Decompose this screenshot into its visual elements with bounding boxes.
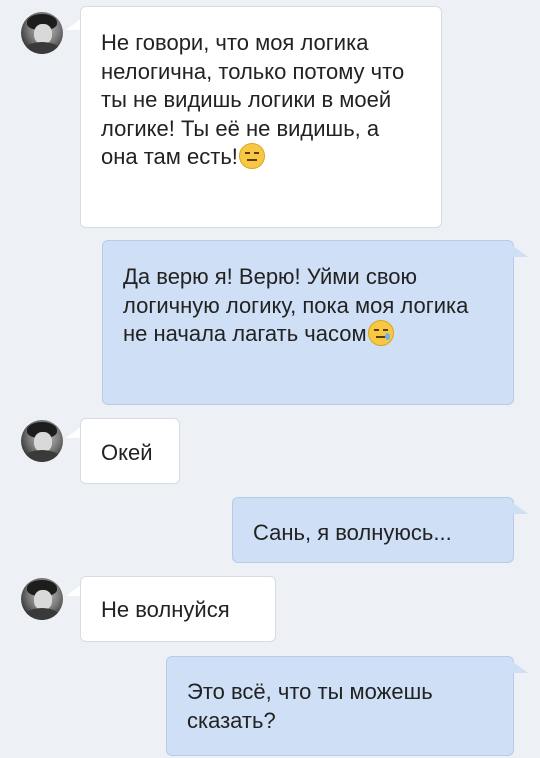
contact-avatar[interactable] xyxy=(21,12,63,54)
outgoing-message-bubble[interactable]: Сань, я волнуюсь... xyxy=(232,497,514,563)
bubble-tail xyxy=(512,661,528,673)
outgoing-message-bubble[interactable]: Да верю я! Верю! Уйми свою логичную логи… xyxy=(102,240,514,405)
message-text: Не волнуйся xyxy=(101,597,230,622)
contact-avatar[interactable] xyxy=(21,420,63,462)
outgoing-message-bubble[interactable]: Это всё, что ты можешь сказать? xyxy=(166,656,514,756)
message-text: Окей xyxy=(101,440,153,465)
message-text: Да верю я! Верю! Уйми свою логичную логи… xyxy=(123,264,469,347)
bubble-tail xyxy=(512,502,528,514)
bubble-tail xyxy=(512,245,528,257)
message-text: Это всё, что ты можешь сказать? xyxy=(187,679,433,733)
sleepy-face-emoji-icon xyxy=(367,320,394,347)
incoming-message-bubble[interactable]: Не говори, что моя логика нелогична, тол… xyxy=(80,6,442,228)
message-text: Сань, я волнуюсь... xyxy=(253,520,452,545)
incoming-message-bubble[interactable]: Окей xyxy=(80,418,180,484)
expressionless-face-emoji-icon xyxy=(238,143,265,170)
incoming-message-bubble[interactable]: Не волнуйся xyxy=(80,576,276,642)
contact-avatar[interactable] xyxy=(21,578,63,620)
chat-thread: Не говори, что моя логика нелогична, тол… xyxy=(0,0,540,758)
